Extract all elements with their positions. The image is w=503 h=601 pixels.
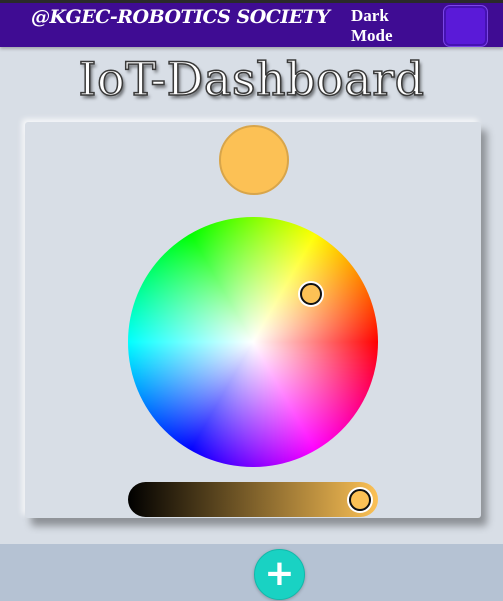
brand-name: @KGEC-ROBOTICS SOCIETY bbox=[31, 6, 330, 28]
brightness-slider-handle[interactable] bbox=[349, 489, 371, 511]
selected-color-swatch bbox=[219, 125, 289, 195]
page-title: IoT-Dashboard bbox=[78, 51, 425, 107]
color-wheel-handle[interactable] bbox=[300, 283, 322, 305]
add-button[interactable]: + bbox=[254, 549, 305, 600]
brightness-slider[interactable] bbox=[128, 482, 378, 517]
bottom-bar bbox=[0, 544, 503, 601]
color-wheel[interactable] bbox=[128, 217, 378, 467]
dark-mode-toggle[interactable] bbox=[443, 5, 488, 47]
plus-icon: + bbox=[264, 553, 295, 594]
top-bar: @KGEC-ROBOTICS SOCIETY Dark Mode bbox=[0, 0, 503, 47]
dark-mode-label: Dark Mode bbox=[351, 6, 393, 45]
